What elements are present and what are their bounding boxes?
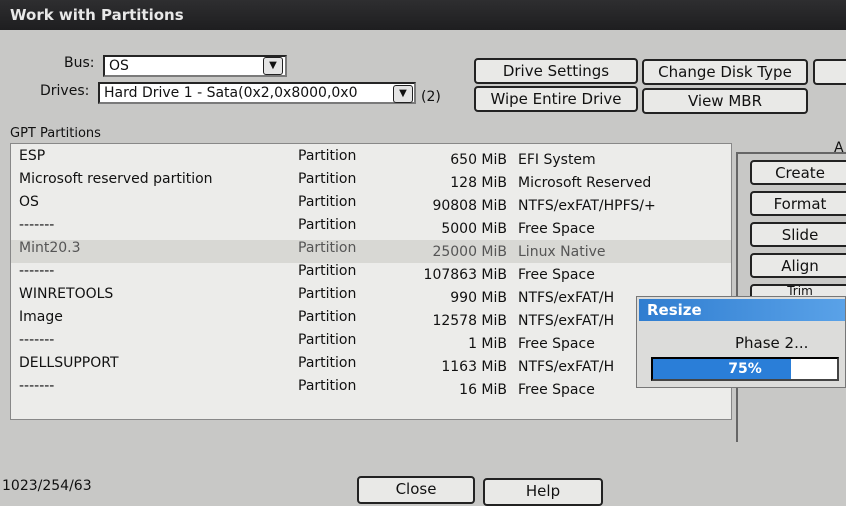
drives-dropdown-button[interactable]: ▼ [393,85,413,103]
partition-row[interactable]: ------- Partition 107863 MiB Free Space [11,263,731,286]
partition-filesystem: Free Space [518,267,595,283]
drives-label: Drives: [40,83,90,99]
partition-filesystem: Linux Native [518,244,606,260]
resize-progress-text: 75% [728,361,762,377]
partition-filesystem: NTFS/exFAT/H [518,313,615,329]
partition-size: 1163 MiB [441,359,507,375]
drives-select[interactable]: Hard Drive 1 - Sata(0x2,0x8000,0x0 [98,82,416,104]
partition-row[interactable]: ------- Partition 5000 MiB Free Space [11,217,731,240]
partition-name: ------- [19,263,55,279]
disk-geometry: 1023/254/63 [2,478,92,494]
partition-type: Partition [298,194,357,210]
change-disk-type-button[interactable]: Change Disk Type [642,59,808,85]
resize-progress-bar: 75% [651,357,839,381]
partition-filesystem: NTFS/exFAT/H [518,359,615,375]
bus-dropdown-button[interactable]: ▼ [263,57,283,75]
partition-type: Partition [298,148,357,164]
partition-name: ------- [19,378,55,394]
partition-name: ESP [19,148,46,164]
view-mbr-button[interactable]: View MBR [642,88,808,114]
partition-row[interactable]: ------- Partition 16 MiB Free Space [11,378,731,401]
partition-type: Partition [298,171,357,187]
partition-name: Mint20.3 [19,240,81,256]
resize-dialog: Resize Phase 2... 75% [636,296,846,388]
format-button[interactable]: Format [750,191,846,216]
drives-count: (2) [421,89,441,105]
partition-type: Partition [298,263,357,279]
chevron-down-icon: ▼ [399,88,407,99]
partition-name: DELLSUPPORT [19,355,119,371]
partition-size: 12578 MiB [432,313,507,329]
slide-button[interactable]: Slide [750,222,846,247]
partition-type: Partition [298,309,357,325]
resize-dialog-title: Resize [639,299,845,321]
partition-row[interactable]: Image Partition 12578 MiB NTFS/exFAT/H [11,309,731,332]
partition-size: 25000 MiB [432,244,507,260]
partition-row[interactable]: OS Partition 90808 MiB NTFS/exFAT/HPFS/+ [11,194,731,217]
window-title: Work with Partitions [0,0,846,30]
partition-row[interactable]: WINRETOOLS Partition 990 MiB NTFS/exFAT/… [11,286,731,309]
partition-name: ------- [19,332,55,348]
partition-list[interactable]: ESP Partition 650 MiB EFI System Microso… [10,143,732,420]
partition-row-selected[interactable]: Mint20.3 Partition 25000 MiB Linux Nativ… [11,240,731,263]
partition-size: 5000 MiB [441,221,507,237]
bus-select[interactable]: OS [103,55,287,77]
partition-type: Partition [298,240,357,256]
partition-filesystem: Free Space [518,382,595,398]
help-button[interactable]: Help [483,478,603,506]
partition-size: 90808 MiB [432,198,507,214]
resize-phase-text: Phase 2... [735,334,809,352]
partition-type: Partition [298,217,357,233]
partition-row[interactable]: Microsoft reserved partition Partition 1… [11,171,731,194]
partition-type: Partition [298,332,357,348]
bus-select-value: OS [109,58,129,74]
partition-filesystem: NTFS/exFAT/H [518,290,615,306]
create-button[interactable]: Create [750,160,846,185]
partition-size: 650 MiB [450,152,507,168]
partition-filesystem: Free Space [518,221,595,237]
partition-size: 990 MiB [450,290,507,306]
partition-row[interactable]: ------- Partition 1 MiB Free Space [11,332,731,355]
partition-size: 128 MiB [450,175,507,191]
partition-filesystem: Free Space [518,336,595,352]
drive-settings-button[interactable]: Drive Settings [474,58,638,84]
partition-type: Partition [298,286,357,302]
bus-label: Bus: [64,55,95,71]
partition-row[interactable]: DELLSUPPORT Partition 1163 MiB NTFS/exFA… [11,355,731,378]
partition-row[interactable]: ESP Partition 650 MiB EFI System [11,148,731,171]
overflow-button[interactable] [813,59,846,85]
partition-filesystem: NTFS/exFAT/HPFS/+ [518,198,656,214]
chevron-down-icon: ▼ [269,60,277,71]
partition-name: Image [19,309,63,325]
partition-name: OS [19,194,39,210]
partition-name: WINRETOOLS [19,286,114,302]
drives-select-value: Hard Drive 1 - Sata(0x2,0x8000,0x0 [104,85,358,101]
wipe-entire-drive-button[interactable]: Wipe Entire Drive [474,86,638,112]
align-button[interactable]: Align [750,253,846,278]
partition-size: 1 MiB [468,336,507,352]
close-button[interactable]: Close [357,476,475,504]
partition-filesystem: EFI System [518,152,596,168]
partition-size: 107863 MiB [423,267,507,283]
partition-type: Partition [298,355,357,371]
gpt-partitions-label: GPT Partitions [10,126,101,141]
partition-type: Partition [298,378,357,394]
partition-name: ------- [19,217,55,233]
partition-filesystem: Microsoft Reserved [518,175,652,191]
partition-size: 16 MiB [459,382,507,398]
partition-name: Microsoft reserved partition [19,171,213,187]
